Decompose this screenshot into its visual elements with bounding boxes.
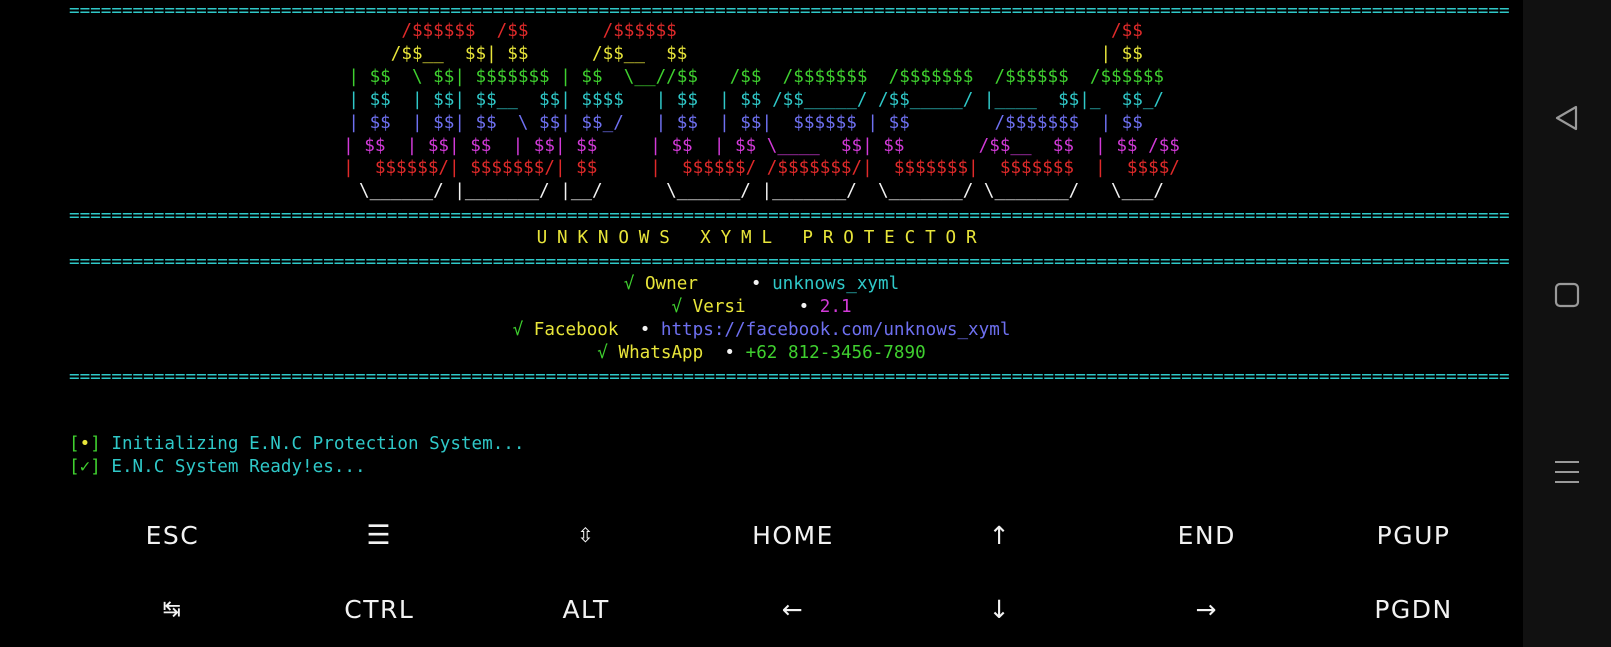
status-mark: • (79, 434, 91, 454)
info-row: √ Owner • unknows_xyml (0, 273, 1523, 296)
check-mark: √ (512, 319, 524, 340)
banner-segment: \______/ |_______/ |__/ \______/ |______… (348, 181, 1175, 202)
bracket: [ (69, 456, 80, 477)
end-key[interactable]: END (1103, 498, 1310, 572)
page-down-key[interactable]: PGDN (1310, 572, 1517, 647)
app-title: UNKNOWS XYML PROTECTOR (536, 228, 987, 248)
info-value: 2.1 (819, 296, 852, 317)
info-label: Facebook (533, 319, 630, 340)
info-value: +62 812-3456-7890 (745, 342, 926, 363)
check-mark: √ (671, 296, 683, 317)
separator-line: ========================================… (69, 367, 1509, 387)
banner-row: \______/ |_______/ |__/ \______/ |______… (0, 180, 1523, 203)
banner-segment: | $$$$$$/| $$$$$$$/| $$ | $$$$$$/ /$$$$$… (343, 158, 1180, 179)
info-row: √ WhatsApp • +62 812-3456-7890 (0, 342, 1523, 365)
info-value: https://facebook.com/unknows_xyml (660, 319, 1011, 340)
info-label: Owner (644, 274, 741, 294)
check-mark: √ (623, 274, 635, 294)
banner-segment: /$$__ $$| $$ /$$__ $$ | $$ (369, 43, 1154, 64)
recents-button[interactable] (1523, 442, 1611, 502)
bracket: ] (90, 456, 101, 477)
info-label: WhatsApp (618, 342, 714, 363)
arrow-down-key[interactable]: ↓ (896, 572, 1103, 647)
drawer-menu-key[interactable]: ☰ (276, 498, 483, 572)
banner-row: | $$ \ $$| $$$$$$$ | $$ \__//$$ /$$ /$$$… (0, 66, 1523, 89)
bullet: • (639, 319, 651, 340)
separator-line: ========================================… (69, 206, 1509, 226)
banner-segment: /$$$$$$ /$$ /$$$$$$ /$$ (369, 21, 1154, 41)
status-mark: ✓ (79, 456, 91, 477)
arrow-left-key[interactable]: ← (690, 572, 897, 647)
scroll-mode-key[interactable]: ⇳ (483, 498, 690, 572)
tab-key[interactable]: ↹ (69, 572, 276, 647)
esc-key[interactable]: ESC (69, 498, 276, 572)
banner-row: /$$$$$$ /$$ /$$$$$$ /$$ (0, 20, 1523, 43)
log-line: [✓] E.N.C System Ready!es... (69, 456, 1523, 479)
home-button[interactable] (1523, 265, 1611, 325)
info-row: √ Facebook • https://facebook.com/unknow… (0, 319, 1523, 342)
info-row: √ Versi • 2.1 (0, 296, 1523, 319)
back-button[interactable] (1523, 88, 1611, 148)
home-square-icon (1554, 282, 1580, 308)
info-value: unknows_xyml (772, 274, 900, 294)
check-mark: √ (597, 342, 608, 363)
back-icon (1555, 105, 1578, 131)
bullet: • (750, 274, 762, 294)
arrow-right-key[interactable]: → (1103, 572, 1310, 647)
arrow-up-key[interactable]: ↑ (896, 498, 1103, 572)
page-up-key[interactable]: PGUP (1310, 498, 1517, 572)
extra-keys-bar: ESC ☰ ⇳ HOME ↑ END PGUP ↹ CTRL ALT ← ↓ →… (69, 498, 1517, 647)
banner-row: | $$ | $$| $$ | $$| $$ | $$ | $$ \____ $… (0, 135, 1523, 158)
banner-row: /$$__ $$| $$ /$$__ $$ | $$ (0, 43, 1523, 66)
banner-row: | $$ | $$| $$__ $$| $$$$ | $$ | $$ /$$__… (0, 89, 1523, 112)
log-line: [•] Initializing E.N.C Protection System… (69, 433, 1523, 456)
bracket: ] (90, 434, 101, 454)
banner-row: | $$ | $$| $$ \ $$| $$_/ | $$ | $$| $$$$… (0, 112, 1523, 135)
terminal-output[interactable]: ========================================… (0, 0, 1523, 500)
ctrl-key[interactable]: CTRL (276, 572, 483, 647)
system-navigation-bar (1523, 0, 1611, 647)
bracket: [ (69, 434, 80, 454)
banner-segment: | $$ | $$| $$ | $$| $$ | $$ | $$ \____ $… (343, 135, 1180, 156)
log-text: Initializing E.N.C Protection System... (100, 434, 525, 454)
log-text: E.N.C System Ready!es... (100, 456, 366, 477)
banner-row: | $$$$$$/| $$$$$$$/| $$ | $$$$$$/ /$$$$$… (0, 157, 1523, 180)
bullet: • (798, 296, 810, 317)
banner-segment: | $$ \ $$| $$$$$$$ | $$ \__//$$ /$$ /$$$… (348, 66, 1175, 87)
alt-key[interactable]: ALT (483, 572, 690, 647)
bullet: • (724, 342, 736, 363)
separator-line: ========================================… (69, 252, 1509, 272)
info-label: Versi (692, 296, 788, 317)
banner-segment: | $$ | $$| $$ \ $$| $$_/ | $$ | $$| $$$$… (348, 112, 1175, 133)
banner-segment: | $$ | $$| $$__ $$| $$$$ | $$ | $$ /$$__… (348, 89, 1175, 110)
recents-menu-icon (1555, 461, 1579, 483)
home-key[interactable]: HOME (690, 498, 897, 572)
